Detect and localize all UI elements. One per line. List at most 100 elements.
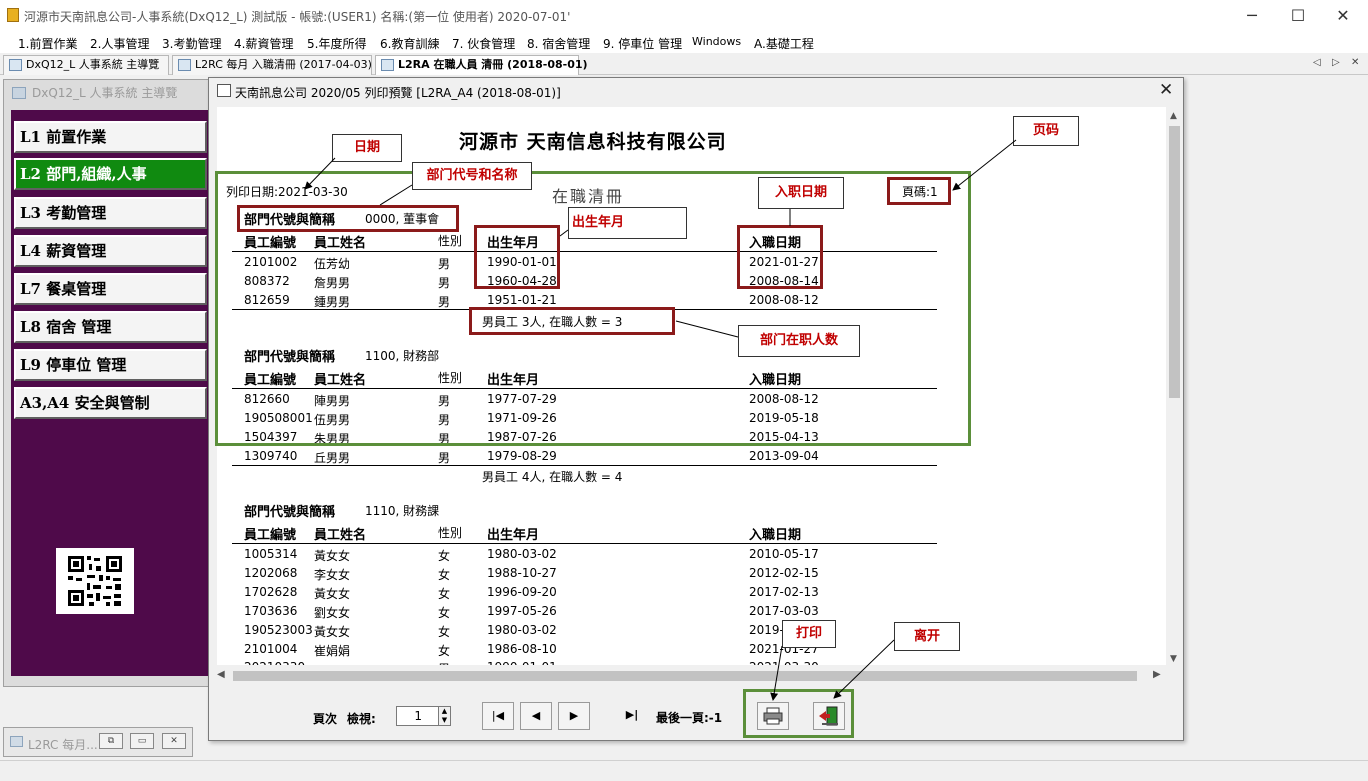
menu-item-attendance[interactable]: 3.考勤管理 — [162, 35, 221, 52]
nav-button-l7[interactable]: L7 餐桌管理 — [14, 273, 207, 305]
scroll-left-icon[interactable]: ◀ — [217, 669, 225, 680]
horizontal-scroll-thumb[interactable] — [233, 671, 1137, 681]
tab-close-icon[interactable]: ✕ — [1351, 57, 1359, 68]
cell-birth: 1980-03-02 — [487, 623, 557, 637]
cell-emp-no: 1702628 — [244, 585, 298, 599]
scroll-right-icon[interactable]: ▶ — [1153, 669, 1161, 680]
minimized-window[interactable]: L2RC 每月... ⧉ ▭ ✕ — [3, 727, 193, 757]
cell-gender: 男 — [438, 660, 450, 665]
col-header-gender: 性別 — [438, 526, 463, 540]
cell-gender: 女 — [438, 549, 451, 563]
annotation-red-page-box — [887, 177, 951, 205]
preview-close-button[interactable]: ✕ — [1159, 80, 1173, 100]
annotation-count-label: 部门在职人数 — [738, 325, 860, 357]
cell-birth: 1997-05-26 — [487, 604, 557, 618]
last-page-button[interactable]: ▶| — [616, 702, 648, 730]
nav-button-l1[interactable]: L1 前置作業 — [14, 121, 207, 153]
col-header-birth: 出生年月 — [487, 528, 540, 543]
maximize-button[interactable]: ☐ — [1275, 4, 1321, 28]
nav-button-l2[interactable]: L2 部門,組織,人事 — [14, 158, 207, 190]
view-label: 檢視: — [347, 712, 376, 726]
title-bar: 河源市天南訊息公司-人事系統(DxQ12_L) 測試版 - 帳號:(USER1)… — [0, 0, 1368, 31]
preview-title: 天南訊息公司 2020/05 列印預覽 [L2RA_A4 (2018-08-01… — [235, 86, 561, 100]
cell-hire-date: 2019- — [749, 623, 784, 637]
header-rule — [232, 543, 937, 544]
tab-monthly-hire[interactable]: L2RC 每月 入職清冊 (2017-04-03) — [172, 55, 372, 75]
menu-item-catering[interactable]: 7. 伙食管理 — [452, 35, 515, 52]
menu-item-annual-income[interactable]: 5.年度所得 — [307, 35, 366, 52]
scroll-down-icon[interactable]: ▼ — [1170, 654, 1177, 664]
cell-emp-no: 1202068 — [244, 566, 298, 580]
cell-emp-no: 1005314 — [244, 547, 298, 561]
window-icon — [9, 59, 22, 71]
annotation-page-label: 页码 — [1013, 116, 1079, 146]
maximize-button[interactable]: ▭ — [130, 733, 154, 749]
scroll-up-icon[interactable]: ▲ — [1170, 111, 1177, 121]
tab-bar: DxQ12_L 人事系統 主導覽 L2RC 每月 入職清冊 (2017-04-0… — [0, 53, 1368, 75]
close-button[interactable]: ✕ — [162, 733, 186, 749]
page-spinner-input[interactable]: 1 — [396, 706, 440, 726]
cell-hire-date: 2017-03-03 — [749, 604, 819, 618]
first-page-button[interactable]: |◀ — [482, 702, 514, 730]
cell-hire-date: 2017-02-13 — [749, 585, 819, 599]
menu-item-windows[interactable]: Windows — [692, 35, 741, 48]
cell-gender: 女 — [438, 587, 451, 601]
annotation-red-count-box — [469, 307, 675, 335]
nav-button-l4[interactable]: L4 薪資管理 — [14, 235, 207, 267]
dept-code-name: 1110, 財務課 — [365, 504, 440, 518]
restore-button[interactable]: ⧉ — [99, 733, 123, 749]
menu-item-setup[interactable]: 1.前置作業 — [18, 35, 77, 52]
cell-emp-name: 劉女女 — [314, 606, 351, 620]
cell-birth: 1996-09-20 — [487, 585, 557, 599]
col-header-emp-name: 員工姓名 — [314, 528, 367, 543]
tab-next-icon[interactable]: ▷ — [1332, 57, 1340, 68]
annotation-green-toolbar-box — [743, 689, 854, 738]
cell-emp-no: 190523003 — [244, 623, 313, 637]
window-icon — [178, 59, 191, 71]
menu-item-parking[interactable]: 9. 停車位 管理 — [603, 35, 682, 52]
preview-icon — [217, 84, 231, 97]
tab-prev-icon[interactable]: ◁ — [1313, 57, 1321, 68]
close-button[interactable]: ✕ — [1320, 4, 1366, 28]
cell-emp-name: 李女女 — [314, 568, 351, 582]
menu-item-basic-engineering[interactable]: A.基礎工程 — [754, 35, 814, 52]
menu-item-dormitory[interactable]: 8. 宿舍管理 — [527, 35, 590, 52]
navigator-title-text: DxQ12_L 人事系統 主導覽 — [32, 86, 178, 100]
col-header-emp-no: 員工編號 — [244, 528, 297, 543]
menu-item-training[interactable]: 6.教育訓練 — [380, 35, 439, 52]
nav-button-l3[interactable]: L3 考勤管理 — [14, 197, 207, 229]
next-page-button[interactable]: ▶ — [558, 702, 590, 730]
navigator-title: DxQ12_L 人事系統 主導覽 — [8, 82, 208, 104]
menu-item-payroll[interactable]: 4.薪資管理 — [234, 35, 293, 52]
nav-button-l8[interactable]: L8 宿舍 管理 — [14, 311, 207, 343]
minimize-button[interactable]: ─ — [1229, 4, 1275, 28]
vertical-scroll-thumb[interactable] — [1169, 126, 1180, 398]
annotation-red-hire-box — [737, 225, 823, 289]
tab-active-staff[interactable]: L2RA 在職人員 清冊 (2018-08-01) — [375, 55, 588, 75]
window-title: 河源市天南訊息公司-人事系統(DxQ12_L) 測試版 - 帳號:(USER1)… — [24, 10, 571, 24]
cell-birth: 1980-03-02 — [487, 547, 557, 561]
nav-button-l9[interactable]: L9 停車位 管理 — [14, 349, 207, 381]
prev-page-button[interactable]: ◀ — [520, 702, 552, 730]
summary-rule — [232, 465, 937, 466]
window-icon — [10, 736, 23, 747]
annotation-print-label: 打印 — [782, 620, 836, 648]
dept-summary: 男員工 4人, 在職人數 = 4 — [482, 470, 623, 484]
annotation-red-birth-box — [474, 225, 560, 289]
window-icon — [12, 87, 26, 99]
company-name: 河源市 天南信息科技有限公司 — [459, 131, 727, 153]
cell-gender: 女 — [438, 625, 451, 639]
status-bar — [0, 760, 1368, 781]
last-page-text: 最後一頁:-1 — [656, 711, 723, 725]
cell-emp-name: 丘男男 — [314, 451, 351, 465]
cell-gender: 女 — [438, 644, 451, 658]
cell-emp-no: 1309740 — [244, 449, 298, 463]
nav-button-a3a4[interactable]: A3,A4 安全與管制 — [14, 387, 207, 419]
menu-item-hr[interactable]: 2.人事管理 — [90, 35, 149, 52]
cell-gender: 女 — [438, 606, 451, 620]
menu-bar: 1.前置作業 2.人事管理 3.考勤管理 4.薪資管理 5.年度所得 6.教育訓… — [0, 31, 1368, 53]
page-spinner-arrows[interactable]: ▲ ▼ — [438, 706, 451, 726]
cell-hire-date: 2013-09-04 — [749, 449, 819, 463]
cell-gender: 女 — [438, 568, 451, 582]
tab-main-nav[interactable]: DxQ12_L 人事系統 主導覽 — [3, 55, 169, 75]
